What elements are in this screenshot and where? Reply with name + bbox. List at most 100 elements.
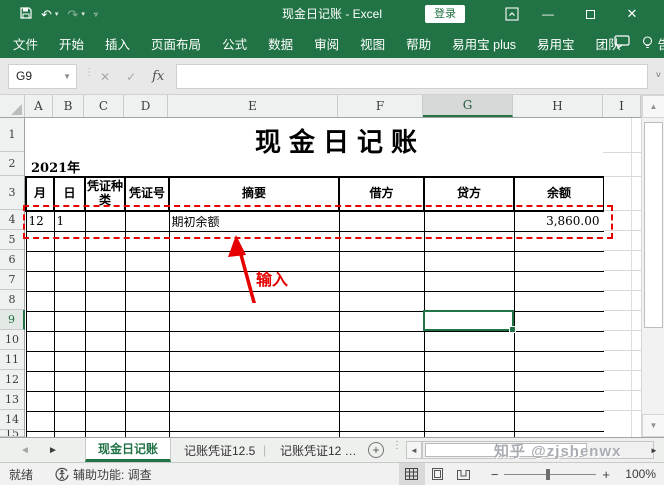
cell[interactable] bbox=[125, 311, 169, 331]
sheet-tab-voucher-12-5[interactable]: 记账凭证12.5 bbox=[172, 438, 267, 462]
sheet-nav-left-icon[interactable]: ◄ bbox=[20, 438, 30, 462]
cell[interactable] bbox=[85, 311, 125, 331]
cell[interactable] bbox=[54, 331, 85, 351]
cell[interactable] bbox=[424, 331, 514, 351]
cell[interactable] bbox=[514, 351, 604, 371]
cell[interactable] bbox=[339, 271, 424, 291]
cell[interactable] bbox=[85, 271, 125, 291]
cell[interactable] bbox=[514, 251, 604, 271]
cell[interactable] bbox=[85, 251, 125, 271]
column-header-f[interactable]: F bbox=[338, 95, 423, 117]
vertical-scrollbar[interactable]: ▲ ▼ bbox=[641, 95, 664, 437]
cell[interactable] bbox=[26, 291, 54, 311]
cell[interactable] bbox=[514, 291, 604, 311]
cell[interactable] bbox=[125, 391, 169, 411]
cell[interactable] bbox=[125, 251, 169, 271]
cell[interactable] bbox=[54, 271, 85, 291]
cell[interactable] bbox=[125, 291, 169, 311]
cell[interactable] bbox=[514, 371, 604, 391]
comment-icon[interactable] bbox=[614, 35, 630, 52]
cell[interactable] bbox=[169, 331, 339, 351]
name-box[interactable]: G9▼ bbox=[8, 64, 77, 89]
cell[interactable] bbox=[26, 311, 54, 331]
row-header-15[interactable]: 15 bbox=[0, 430, 24, 437]
cell[interactable] bbox=[54, 291, 85, 311]
column-header-b[interactable]: B bbox=[53, 95, 84, 117]
sheet-nav-right-icon[interactable]: ► bbox=[48, 438, 58, 462]
tab-page-layout[interactable]: 页面布局 bbox=[151, 34, 201, 53]
row-header-13[interactable]: 13 bbox=[0, 390, 24, 410]
column-header-e[interactable]: E bbox=[168, 95, 338, 117]
row-header-6[interactable]: 6 bbox=[0, 250, 24, 270]
row-header-4[interactable]: 4 bbox=[0, 210, 24, 230]
accessibility-status[interactable]: 辅助功能: 调查 bbox=[55, 466, 152, 483]
tab-home[interactable]: 开始 bbox=[59, 34, 84, 53]
select-all-button[interactable] bbox=[0, 95, 25, 117]
cell[interactable] bbox=[169, 411, 339, 431]
minimize-button[interactable]: — bbox=[533, 0, 563, 28]
tab-insert[interactable]: 插入 bbox=[105, 34, 130, 53]
tab-view[interactable]: 视图 bbox=[360, 34, 385, 53]
cell[interactable] bbox=[424, 351, 514, 371]
cell[interactable] bbox=[424, 371, 514, 391]
cell[interactable] bbox=[125, 371, 169, 391]
tab-review[interactable]: 审阅 bbox=[314, 34, 339, 53]
cell[interactable] bbox=[339, 251, 424, 271]
ribbon-display-options-icon[interactable] bbox=[505, 7, 519, 24]
cell[interactable] bbox=[85, 331, 125, 351]
cell[interactable] bbox=[26, 271, 54, 291]
row-header-8[interactable]: 8 bbox=[0, 290, 24, 310]
cell[interactable] bbox=[169, 371, 339, 391]
scroll-left-icon[interactable]: ◄ bbox=[406, 441, 422, 459]
cell[interactable] bbox=[424, 251, 514, 271]
cell[interactable] bbox=[514, 391, 604, 411]
zoom-slider-track[interactable] bbox=[504, 474, 596, 475]
column-header-c[interactable]: C bbox=[84, 95, 124, 117]
formula-input[interactable] bbox=[176, 64, 648, 89]
cell[interactable] bbox=[85, 291, 125, 311]
sheet-tab-cash-journal[interactable]: 现金日记账 bbox=[85, 438, 171, 462]
row-header-5[interactable]: 5 bbox=[0, 230, 24, 250]
row-header-2[interactable]: 2 bbox=[0, 152, 24, 176]
cell[interactable] bbox=[339, 351, 424, 371]
cell[interactable] bbox=[339, 411, 424, 431]
cell[interactable] bbox=[339, 291, 424, 311]
zoom-slider-handle[interactable] bbox=[546, 469, 550, 480]
cell[interactable] bbox=[424, 291, 514, 311]
cell[interactable] bbox=[339, 331, 424, 351]
cell[interactable] bbox=[169, 351, 339, 371]
cell[interactable] bbox=[514, 311, 604, 331]
cell[interactable] bbox=[514, 411, 604, 431]
page-layout-view-icon[interactable] bbox=[425, 463, 451, 485]
cell[interactable] bbox=[424, 271, 514, 291]
tell-me-button[interactable]: 告诉我 bbox=[642, 34, 664, 53]
tab-help[interactable]: 帮助 bbox=[406, 34, 431, 53]
column-header-i[interactable]: I bbox=[603, 95, 641, 117]
page-break-view-icon[interactable] bbox=[451, 463, 477, 485]
login-button[interactable]: 登录 bbox=[425, 5, 465, 23]
scroll-up-icon[interactable]: ▲ bbox=[642, 95, 664, 118]
cell[interactable] bbox=[514, 331, 604, 351]
cell[interactable] bbox=[26, 371, 54, 391]
cell[interactable] bbox=[424, 411, 514, 431]
cell[interactable] bbox=[54, 251, 85, 271]
tab-yiyongbao-plus[interactable]: 易用宝 plus bbox=[452, 34, 516, 53]
normal-view-icon[interactable] bbox=[399, 463, 425, 485]
cell[interactable] bbox=[339, 371, 424, 391]
scroll-down-icon[interactable]: ▼ bbox=[642, 414, 664, 437]
cell[interactable] bbox=[26, 391, 54, 411]
maximize-button[interactable] bbox=[575, 0, 605, 28]
cell[interactable] bbox=[125, 411, 169, 431]
cell[interactable] bbox=[85, 391, 125, 411]
expand-formula-bar-icon[interactable]: ˅ bbox=[656, 70, 661, 80]
zoom-out-icon[interactable]: − bbox=[491, 468, 499, 481]
row-header-7[interactable]: 7 bbox=[0, 270, 24, 290]
tab-file[interactable]: 文件 bbox=[13, 34, 38, 53]
column-header-a[interactable]: A bbox=[25, 95, 53, 117]
cell[interactable] bbox=[424, 391, 514, 411]
tab-yiyongbao[interactable]: 易用宝 bbox=[537, 34, 575, 53]
cell[interactable] bbox=[54, 311, 85, 331]
close-button[interactable]: ✕ bbox=[617, 0, 647, 28]
cell[interactable] bbox=[54, 391, 85, 411]
cell[interactable] bbox=[54, 411, 85, 431]
